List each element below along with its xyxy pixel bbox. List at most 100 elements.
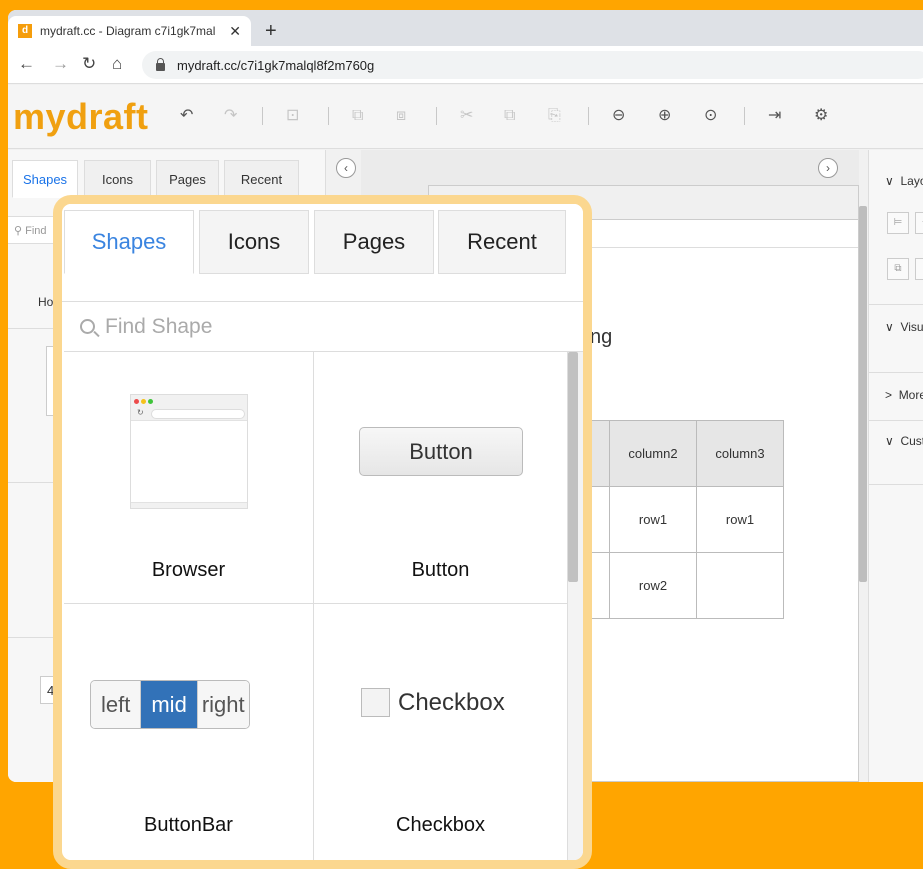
divider bbox=[869, 304, 923, 305]
toolbar-divider bbox=[436, 107, 437, 125]
shape-checkbox[interactable]: Checkbox Checkbox bbox=[314, 604, 568, 860]
ungroup-icon[interactable]: ⧈ bbox=[396, 107, 406, 125]
undo-icon[interactable]: ↶ bbox=[180, 107, 193, 125]
tab-shapes[interactable]: Shapes bbox=[64, 210, 194, 274]
shape-label: ButtonBar bbox=[144, 814, 233, 836]
buttonbar-segment-selected: mid bbox=[141, 681, 198, 728]
app-header: mydraft ↶ ↷ ⊡ ⧉ ⧈ ✂ ⧉ ⎘ ⊖ ⊕ ⊙ ⇥ ⚙ bbox=[8, 85, 923, 149]
app-logo: mydraft bbox=[13, 96, 149, 137]
buttonbar-segment: right bbox=[197, 681, 249, 728]
reload-icon[interactable]: ↻ bbox=[82, 54, 96, 74]
scrollbar-thumb[interactable] bbox=[568, 352, 578, 582]
shapes-zoom-panel: Shapes Icons Pages Recent Find Shape ↻ B… bbox=[53, 195, 592, 869]
table-row: 1 column2 column3 bbox=[568, 420, 784, 487]
shape-label: Checkbox bbox=[396, 814, 485, 836]
order-icon[interactable]: ⧉ bbox=[887, 258, 909, 280]
section-custom[interactable]: ∨ Custom bbox=[869, 434, 923, 448]
url-field[interactable]: mydraft.cc/c7i1gk7malql8f2m760g bbox=[142, 51, 923, 79]
forward-icon[interactable]: → bbox=[52, 54, 69, 74]
back-icon[interactable]: ← bbox=[18, 54, 35, 74]
section-label: Custom bbox=[900, 434, 923, 448]
canvas-scrollbar[interactable] bbox=[859, 206, 867, 582]
tab-pages[interactable]: Pages bbox=[156, 160, 219, 198]
reload-icon: ↻ bbox=[137, 408, 144, 417]
chevron-down-icon: ∨ bbox=[885, 320, 894, 334]
browser-preview: ↻ bbox=[130, 394, 248, 509]
toolbar-divider bbox=[262, 107, 263, 125]
chevron-down-icon: ∨ bbox=[885, 434, 894, 448]
buttonbar-segment: left bbox=[91, 681, 142, 728]
shape-button[interactable]: Button Button bbox=[314, 352, 568, 604]
maximize-dot-icon bbox=[148, 399, 153, 404]
table-row: row2 bbox=[568, 552, 784, 619]
table-cell: column3 bbox=[696, 420, 784, 487]
settings-icon[interactable]: ⚙ bbox=[814, 107, 828, 125]
shape-buttonbar[interactable]: left mid right ButtonBar bbox=[64, 604, 314, 860]
checkbox-preview-label: Checkbox bbox=[398, 688, 505, 716]
tab-recent[interactable]: Recent bbox=[438, 210, 566, 274]
section-label: Visual bbox=[900, 320, 923, 334]
table-cell: row1 bbox=[696, 486, 784, 553]
play-icon[interactable]: ⊙ bbox=[704, 107, 717, 125]
home-icon[interactable]: ⌂ bbox=[112, 54, 122, 74]
copy-icon[interactable]: ⧉ bbox=[504, 107, 515, 125]
chevron-down-icon: ∨ bbox=[885, 174, 894, 188]
order-back-icon[interactable]: ⧈ bbox=[915, 258, 923, 280]
divider bbox=[869, 420, 923, 421]
new-tab-icon[interactable]: + bbox=[265, 21, 277, 41]
buttonbar-preview: left mid right bbox=[90, 680, 250, 729]
popup-tabbar: Shapes Icons Pages Recent bbox=[62, 204, 583, 302]
expand-right-icon[interactable]: › bbox=[818, 158, 838, 178]
tab-icons[interactable]: Icons bbox=[84, 160, 151, 198]
button-preview: Button bbox=[359, 427, 523, 476]
cut-icon[interactable]: ✂ bbox=[460, 107, 473, 125]
align-center-icon[interactable]: ⊣ bbox=[915, 212, 923, 234]
diagram-heading[interactable]: ng bbox=[590, 326, 612, 349]
table-row: row1 row1 bbox=[568, 486, 784, 553]
checkbox-preview: Checkbox bbox=[361, 688, 505, 717]
divider bbox=[869, 372, 923, 373]
search-icon bbox=[80, 319, 95, 334]
export-icon[interactable]: ⇥ bbox=[768, 107, 781, 125]
tab-icons[interactable]: Icons bbox=[199, 210, 309, 274]
tab-pages[interactable]: Pages bbox=[314, 210, 434, 274]
align-left-icon[interactable]: ⊨ bbox=[887, 212, 909, 234]
minimize-dot-icon bbox=[141, 399, 146, 404]
toolbar-divider bbox=[744, 107, 745, 125]
zoom-out-icon[interactable]: ⊖ bbox=[612, 107, 625, 125]
lock-icon bbox=[156, 58, 165, 71]
tab-recent[interactable]: Recent bbox=[224, 160, 299, 198]
shape-search-input[interactable]: Find Shape bbox=[64, 302, 583, 352]
tab-shapes[interactable]: Shapes bbox=[12, 160, 78, 198]
url-text: mydraft.cc/c7i1gk7malql8f2m760g bbox=[177, 57, 375, 73]
shape-label: Button bbox=[411, 559, 470, 581]
search-placeholder: Find Shape bbox=[105, 314, 213, 338]
table-cell bbox=[696, 552, 784, 619]
lock-icon[interactable]: ⊡ bbox=[286, 107, 299, 125]
redo-icon[interactable]: ↷ bbox=[224, 107, 237, 125]
table-cell: row2 bbox=[609, 552, 697, 619]
zoom-in-icon[interactable]: ⊕ bbox=[658, 107, 671, 125]
address-field-preview bbox=[151, 409, 245, 419]
close-tab-icon[interactable]: ✕ bbox=[229, 23, 241, 40]
paste-icon[interactable]: ⎘ bbox=[548, 107, 561, 125]
address-bar: ← → ↻ ⌂ mydraft.cc/c7i1gk7malql8f2m760g bbox=[8, 46, 923, 84]
group-icon[interactable]: ⧉ bbox=[352, 107, 363, 125]
browser-tab[interactable]: d mydraft.cc - Diagram c7i1gk7mal ✕ bbox=[8, 16, 251, 46]
section-visual[interactable]: ∨ Visual bbox=[869, 320, 923, 334]
divider bbox=[869, 484, 923, 485]
diagram-grid[interactable]: 1 column2 column3 row1 row1 row2 bbox=[568, 420, 784, 619]
shape-browser[interactable]: ↻ Browser bbox=[64, 352, 314, 604]
close-dot-icon bbox=[134, 399, 139, 404]
browser-tab-title: mydraft.cc - Diagram c7i1gk7mal bbox=[40, 24, 216, 38]
section-layout[interactable]: ∨ Layout bbox=[869, 174, 923, 188]
section-more[interactable]: > More bbox=[869, 388, 923, 402]
toolbar-divider bbox=[328, 107, 329, 125]
browser-tabstrip: d mydraft.cc - Diagram c7i1gk7mal ✕ + bbox=[8, 10, 923, 46]
favicon-icon: d bbox=[18, 24, 32, 38]
properties-panel: ∨ Layout ⊨ ⊣ ⧉ ⧈ ∨ Visual > More ∨ Custo… bbox=[868, 150, 923, 782]
chevron-right-icon: > bbox=[885, 388, 893, 402]
table-cell: row1 bbox=[609, 486, 697, 553]
section-label: More bbox=[898, 388, 923, 402]
collapse-left-icon[interactable]: ‹ bbox=[336, 158, 356, 178]
